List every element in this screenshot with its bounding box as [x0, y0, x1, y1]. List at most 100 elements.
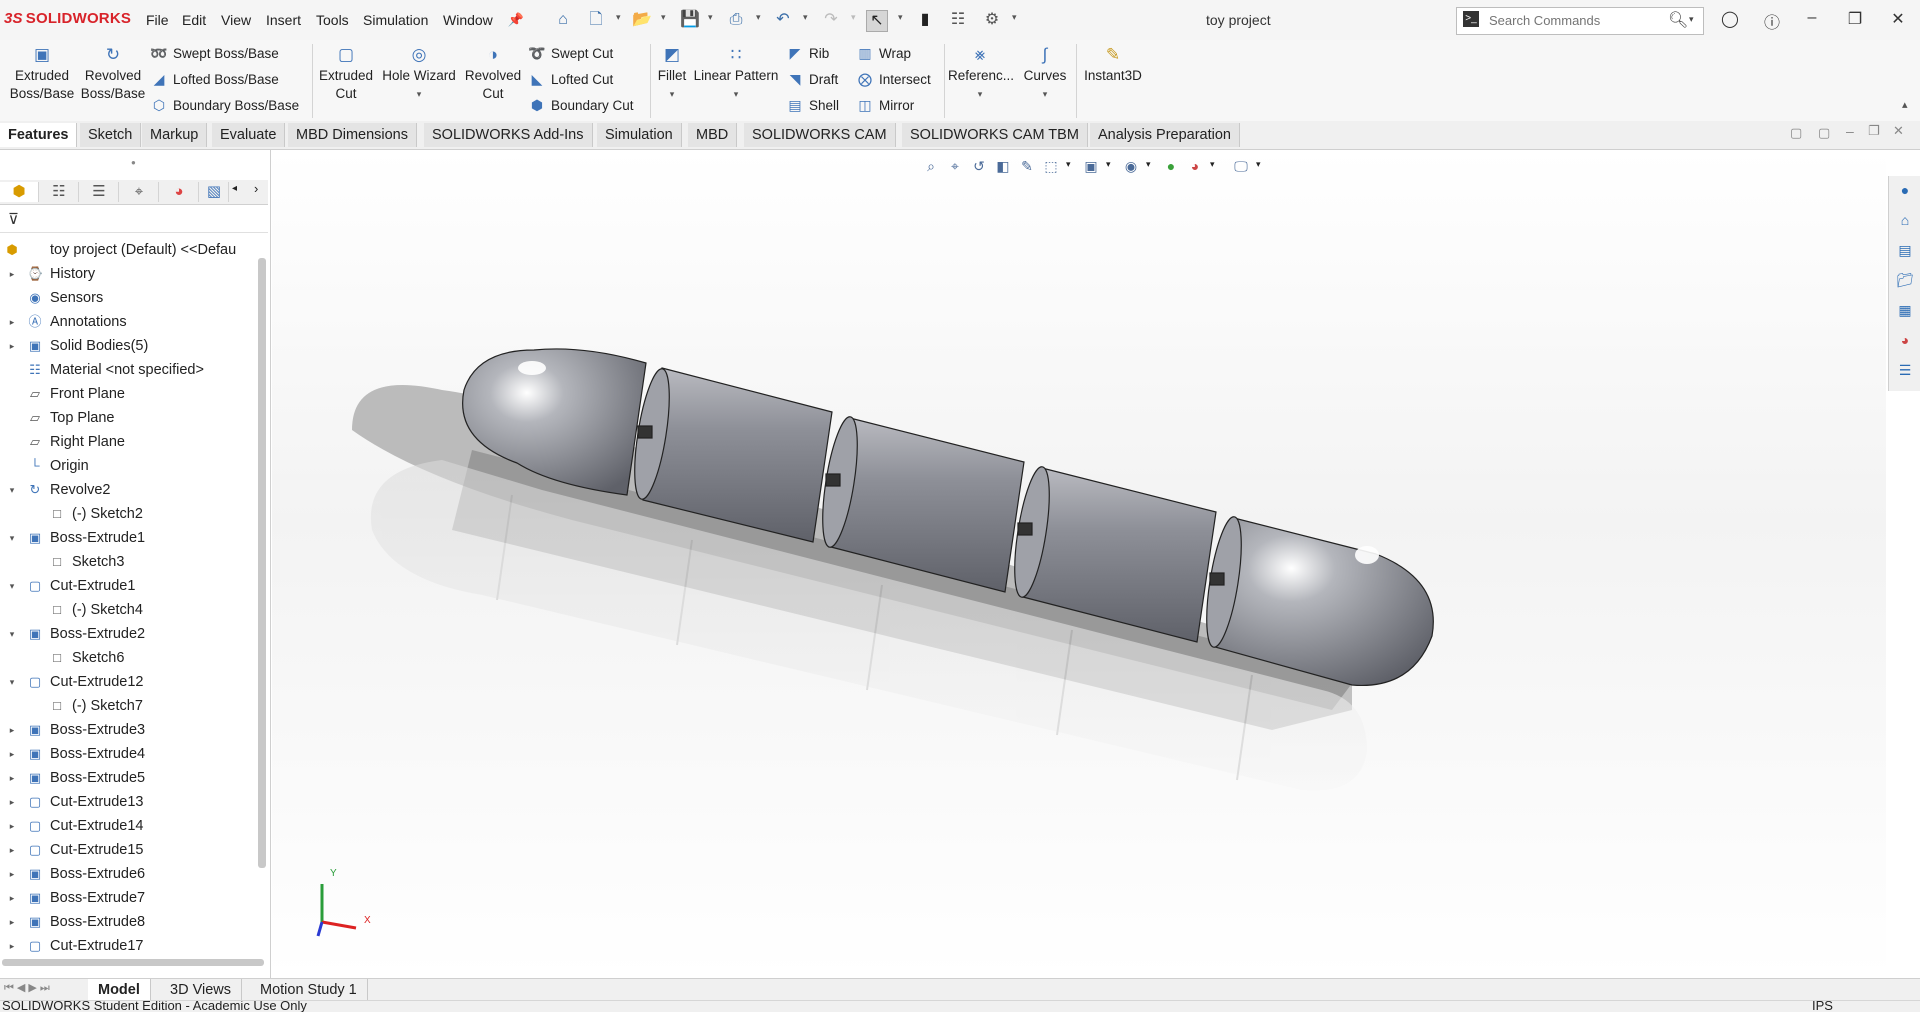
tab-solidworks-add-ins[interactable]: SOLIDWORKS Add-Ins: [424, 123, 593, 147]
select-dropdown[interactable]: ▾: [898, 12, 903, 23]
tab-model[interactable]: Model: [88, 979, 151, 1001]
tree-item[interactable]: □ Sketch3: [0, 550, 256, 574]
collapse-arrow-icon[interactable]: ▾: [6, 670, 18, 694]
linear-pattern-dropdown[interactable]: ▾: [692, 85, 780, 103]
model-render[interactable]: [272, 150, 1886, 978]
user-account-icon[interactable]: ◯: [1718, 9, 1742, 29]
reference-dropdown[interactable]: ▾: [948, 85, 1012, 103]
hole-wizard-button[interactable]: ◎ Hole Wizard ▾: [378, 40, 460, 103]
tab-markup[interactable]: Markup: [142, 123, 208, 147]
tab-analysis-preparation[interactable]: Analysis Preparation: [1090, 123, 1240, 147]
tree-item[interactable]: ▾ ▣ Boss-Extrude1: [0, 526, 256, 550]
tree-item[interactable]: ▾ ↻ Revolve2: [0, 478, 256, 502]
boundary-boss-button[interactable]: ⬡ Boundary Boss/Base: [150, 94, 299, 116]
menu-insert[interactable]: Insert: [266, 12, 301, 28]
view-orientation-icon[interactable]: ⬚: [1040, 156, 1062, 176]
tab-sketch[interactable]: Sketch: [80, 123, 142, 147]
pane-handle-icon[interactable]: ●: [131, 158, 136, 167]
appearances-icon[interactable]: ◕: [1895, 332, 1915, 352]
configuration-manager-tab-icon[interactable]: ☰: [80, 182, 119, 202]
tree-item[interactable]: ▸ ⌚ History: [0, 262, 256, 286]
tree-item[interactable]: ▾ ▢ Cut-Extrude12: [0, 670, 256, 694]
tree-item[interactable]: ▸ ▣ Boss-Extrude4: [0, 742, 256, 766]
search-icon[interactable]: 🔍︎: [1668, 10, 1688, 30]
options-gear-icon[interactable]: ⚙: [982, 10, 1002, 30]
tab-mbd[interactable]: MBD: [688, 123, 738, 147]
display-manager-tab-icon[interactable]: ◕: [160, 182, 199, 202]
print-icon[interactable]: ⎙: [726, 10, 746, 30]
menu-edit[interactable]: Edit: [182, 12, 206, 28]
tab-solidworks-cam[interactable]: SOLIDWORKS CAM: [744, 123, 896, 147]
display-style-dropdown[interactable]: ▾: [1106, 159, 1111, 170]
property-manager-tab-icon[interactable]: ☷: [40, 182, 79, 202]
expand-arrow-icon[interactable]: ▸: [6, 862, 18, 886]
tree-item[interactable]: ▸ ▢ Cut-Extrude15: [0, 838, 256, 862]
home-icon[interactable]: ⌂: [553, 10, 573, 30]
menu-tools[interactable]: Tools: [316, 12, 349, 28]
filter-icon[interactable]: ⊽: [8, 210, 19, 228]
tree-item[interactable]: ◉ Sensors: [0, 286, 256, 310]
expand-arrow-icon[interactable]: ▸: [6, 718, 18, 742]
rib-button[interactable]: ◤ Rib: [786, 42, 830, 64]
home-icon[interactable]: ⌂: [1895, 212, 1915, 232]
tabs-scroll-left-icon[interactable]: ◂: [232, 183, 237, 194]
shell-button[interactable]: ▤ Shell: [786, 94, 839, 116]
menu-window[interactable]: Window: [443, 12, 493, 28]
solidworks-resources-icon[interactable]: ●: [1895, 182, 1915, 202]
previous-view-icon[interactable]: ↺: [968, 156, 990, 176]
search-input[interactable]: [1487, 12, 1661, 29]
tree-item[interactable]: ☷ Material <not specified>: [0, 358, 256, 382]
tab-scroll-arrows-icon[interactable]: ⏮◀▶⏭: [4, 981, 53, 995]
tree-item[interactable]: ▾ ▢ Cut-Extrude1: [0, 574, 256, 598]
tree-item[interactable]: ▸ ▣ Boss-Extrude3: [0, 718, 256, 742]
tree-item[interactable]: ▱ Front Plane: [0, 382, 256, 406]
swept-boss-button[interactable]: ➿ Swept Boss/Base: [150, 42, 279, 64]
curves-dropdown[interactable]: ▾: [1016, 85, 1074, 103]
collapse-arrow-icon[interactable]: ▾: [6, 478, 18, 502]
instant3d-button[interactable]: ✎ Instant3D: [1080, 40, 1146, 85]
expand-arrow-icon[interactable]: ▸: [6, 838, 18, 862]
boundary-cut-button[interactable]: ⬢ Boundary Cut: [528, 94, 634, 116]
restore-icon[interactable]: ❐: [1843, 9, 1867, 29]
menu-file[interactable]: File: [146, 12, 169, 28]
redo-dropdown[interactable]: ▾: [851, 12, 856, 23]
tree-item[interactable]: ▸ ▣ Boss-Extrude8: [0, 910, 256, 934]
tree-item[interactable]: ⬢ toy project (Default) <<Defau: [0, 238, 256, 262]
tab-3d-views[interactable]: 3D Views: [160, 979, 242, 1001]
tree-item[interactable]: ▸ ▣ Boss-Extrude7: [0, 886, 256, 910]
display-style-icon[interactable]: ▣: [1080, 156, 1102, 176]
intersect-button[interactable]: ⨂ Intersect: [856, 68, 931, 90]
new-document-icon[interactable]: 🗋: [586, 10, 606, 30]
tab-motion-study-1[interactable]: Motion Study 1: [250, 979, 368, 1001]
tab-simulation[interactable]: Simulation: [597, 123, 682, 147]
minimize-icon[interactable]: –: [1800, 9, 1824, 27]
tile-right-icon[interactable]: ▢: [1818, 125, 1830, 141]
tile-left-icon[interactable]: ▢: [1790, 125, 1802, 141]
undo-icon[interactable]: ↶: [773, 10, 793, 30]
mirror-button[interactable]: ◫ Mirror: [856, 94, 914, 116]
open-dropdown[interactable]: ▾: [661, 12, 666, 23]
view-settings-icon[interactable]: 🖵︎: [1230, 156, 1252, 176]
doc-minimize-icon[interactable]: –: [1846, 123, 1854, 139]
print-dropdown[interactable]: ▾: [756, 12, 761, 23]
swept-cut-button[interactable]: ➰ Swept Cut: [528, 42, 613, 64]
wrap-button[interactable]: ▥ Wrap: [856, 42, 911, 64]
tree-item[interactable]: ▸ ▣ Boss-Extrude6: [0, 862, 256, 886]
expand-arrow-icon[interactable]: ▸: [6, 742, 18, 766]
fillet-dropdown[interactable]: ▾: [654, 85, 690, 103]
zoom-to-fit-icon[interactable]: ⌕: [920, 156, 942, 176]
expand-arrow-icon[interactable]: ▸: [6, 262, 18, 286]
edit-appearance-icon[interactable]: ●: [1160, 156, 1182, 176]
save-icon[interactable]: 💾: [680, 10, 700, 30]
options-dropdown[interactable]: ▾: [1012, 12, 1017, 23]
view-palette-icon[interactable]: ▦: [1895, 302, 1915, 322]
collapse-ribbon-icon[interactable]: ▴: [1902, 98, 1908, 111]
tree-item[interactable]: └ Origin: [0, 454, 256, 478]
hide-show-items-icon[interactable]: ◉: [1120, 156, 1142, 176]
expand-arrow-icon[interactable]: ▸: [6, 334, 18, 358]
status-units[interactable]: IPS: [1812, 1001, 1833, 1012]
tree-item[interactable]: ▸ ▢ Cut-Extrude13: [0, 790, 256, 814]
revolved-cut-button[interactable]: ◑ Revolved Cut: [462, 40, 524, 103]
view-orientation-dropdown[interactable]: ▾: [1066, 159, 1071, 170]
expand-arrow-icon[interactable]: ▸: [6, 814, 18, 838]
